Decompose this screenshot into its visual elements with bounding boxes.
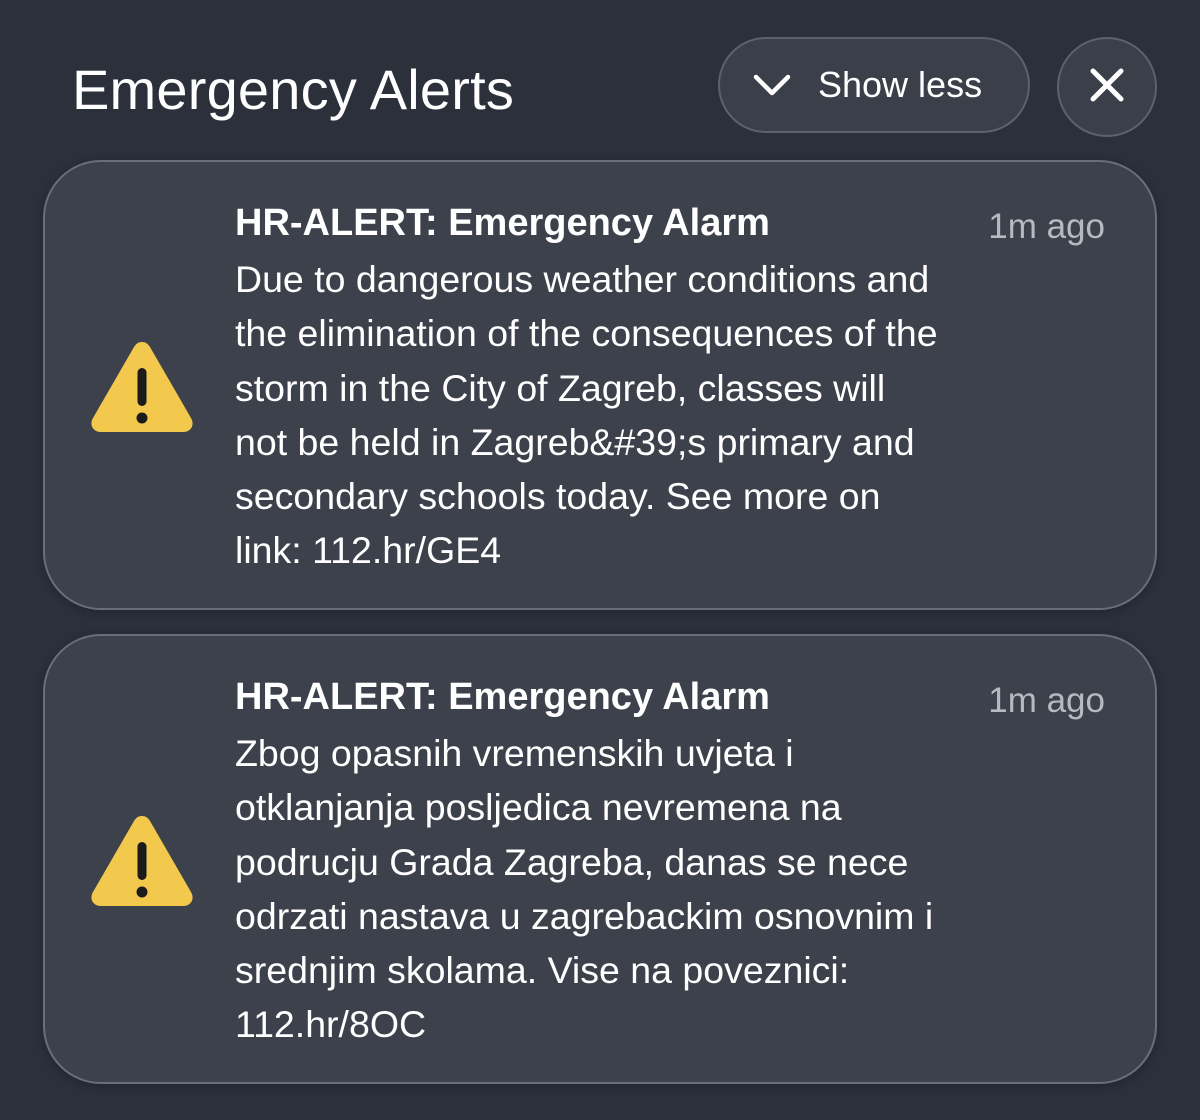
alert-message-line: not be held in Zagreb&#39;s primary and — [235, 420, 915, 463]
alert-timestamp: 1m ago — [988, 207, 1105, 246]
alert-title: HR-ALERT: Emergency Alarm — [235, 676, 770, 718]
alert-message-line: the elimination of the consequences of t… — [235, 312, 938, 355]
alert-message-line: odrzati nastava u zagrebackim osnovnim i — [235, 894, 934, 937]
chevron-down-icon — [750, 63, 794, 107]
alert-message-line: Due to dangerous weather conditions and — [235, 258, 930, 300]
alert-notification[interactable]: HR-ALERT: Emergency Alarm 1m ago Due to … — [43, 160, 1157, 610]
alert-message: Zbog opasnih vremenskih uvjeta i otklanj… — [235, 726, 1125, 1052]
show-less-label: Show less — [818, 64, 983, 105]
alert-message-line: otklanjanja posljedica nevremena na — [235, 786, 842, 829]
alert-timestamp: 1m ago — [988, 681, 1105, 720]
warning-icon — [87, 810, 197, 910]
alert-message: Due to dangerous weather conditions and … — [235, 252, 1125, 578]
alert-message-line: Zbog opasnih vremenskih uvjeta i — [235, 732, 794, 774]
close-button[interactable] — [1057, 37, 1157, 137]
warning-icon — [87, 336, 197, 436]
alert-message-line: 112.hr/8OC — [235, 1003, 427, 1046]
close-icon — [1087, 65, 1127, 110]
alert-message-line: podrucju Grada Zagreba, danas se nece — [235, 840, 909, 883]
alert-message-line: link: 112.hr/GE4 — [235, 529, 502, 572]
page-title: Emergency Alerts — [72, 58, 515, 121]
alert-notification[interactable]: HR-ALERT: Emergency Alarm 1m ago Zbog op… — [43, 634, 1157, 1084]
alert-message-line: secondary schools today. See more on — [235, 475, 881, 518]
alert-title: HR-ALERT: Emergency Alarm — [235, 202, 770, 244]
alert-message-line: srednjim skolama. Vise na poveznici: — [235, 949, 850, 992]
show-less-button[interactable]: Show less — [718, 37, 1030, 133]
alert-message-line: storm in the City of Zagreb, classes wil… — [235, 366, 886, 409]
